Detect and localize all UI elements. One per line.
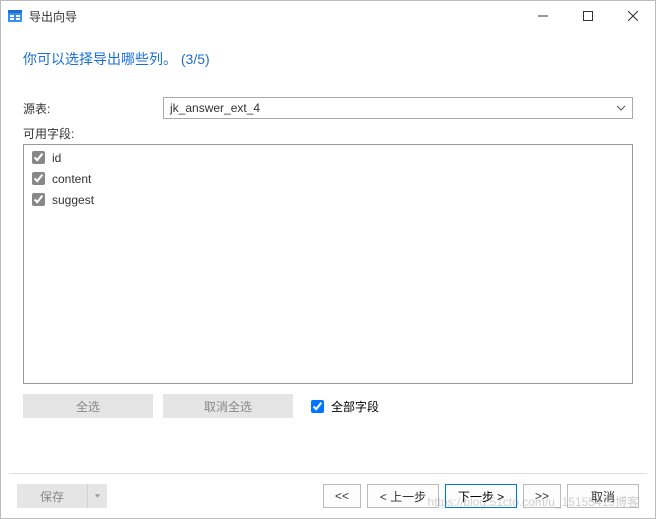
source-table-row: 源表: jk_answer_ext_4 <box>23 97 633 119</box>
field-name: id <box>52 151 61 165</box>
footer-divider <box>9 473 647 474</box>
wizard-nav-buttons: << < 上一步 下一步 > >> 取消 <box>323 484 639 508</box>
field-name: content <box>52 172 91 186</box>
prev-button[interactable]: < 上一步 <box>367 484 439 508</box>
first-button[interactable]: << <box>323 484 361 508</box>
titlebar: 导出向导 <box>1 1 655 31</box>
chevron-down-icon <box>94 492 101 500</box>
window-controls <box>520 1 655 31</box>
content-area: 源表: jk_answer_ext_4 可用字段: id content sug… <box>1 97 655 418</box>
field-name: suggest <box>52 193 94 207</box>
all-fields-text: 全部字段 <box>331 398 379 415</box>
select-all-button[interactable]: 全选 <box>23 394 153 418</box>
all-fields-checkbox-label[interactable]: 全部字段 <box>307 397 379 416</box>
available-fields-list[interactable]: id content suggest <box>23 144 633 384</box>
next-button[interactable]: 下一步 > <box>445 484 517 508</box>
footer: 保存 << < 上一步 下一步 > >> 取消 <box>1 484 655 508</box>
close-button[interactable] <box>610 1 655 31</box>
all-fields-checkbox[interactable] <box>311 400 324 413</box>
save-button-group: 保存 <box>17 484 107 508</box>
last-button[interactable]: >> <box>523 484 561 508</box>
app-icon <box>7 8 23 24</box>
window-title: 导出向导 <box>29 8 520 25</box>
source-table-value: jk_answer_ext_4 <box>170 101 260 115</box>
export-wizard-window: 导出向导 你可以选择导出哪些列。 (3/5) 源表: jk_answer_ext… <box>0 0 656 519</box>
field-checkbox[interactable] <box>32 193 45 206</box>
source-table-label: 源表: <box>23 100 163 117</box>
available-fields-label: 可用字段: <box>23 125 633 142</box>
field-item[interactable]: suggest <box>26 189 630 210</box>
deselect-all-button[interactable]: 取消全选 <box>163 394 293 418</box>
field-item[interactable]: content <box>26 168 630 189</box>
field-checkbox[interactable] <box>32 151 45 164</box>
field-item[interactable]: id <box>26 147 630 168</box>
save-dropdown-button[interactable] <box>87 484 107 508</box>
field-checkbox[interactable] <box>32 172 45 185</box>
maximize-button[interactable] <box>565 1 610 31</box>
cancel-button[interactable]: 取消 <box>567 484 639 508</box>
step-subtitle: 你可以选择导出哪些列。 (3/5) <box>1 31 655 97</box>
minimize-button[interactable] <box>520 1 565 31</box>
chevron-down-icon <box>616 102 626 116</box>
save-button[interactable]: 保存 <box>17 484 87 508</box>
source-table-select[interactable]: jk_answer_ext_4 <box>163 97 633 119</box>
selection-buttons: 全选 取消全选 全部字段 <box>23 394 633 418</box>
